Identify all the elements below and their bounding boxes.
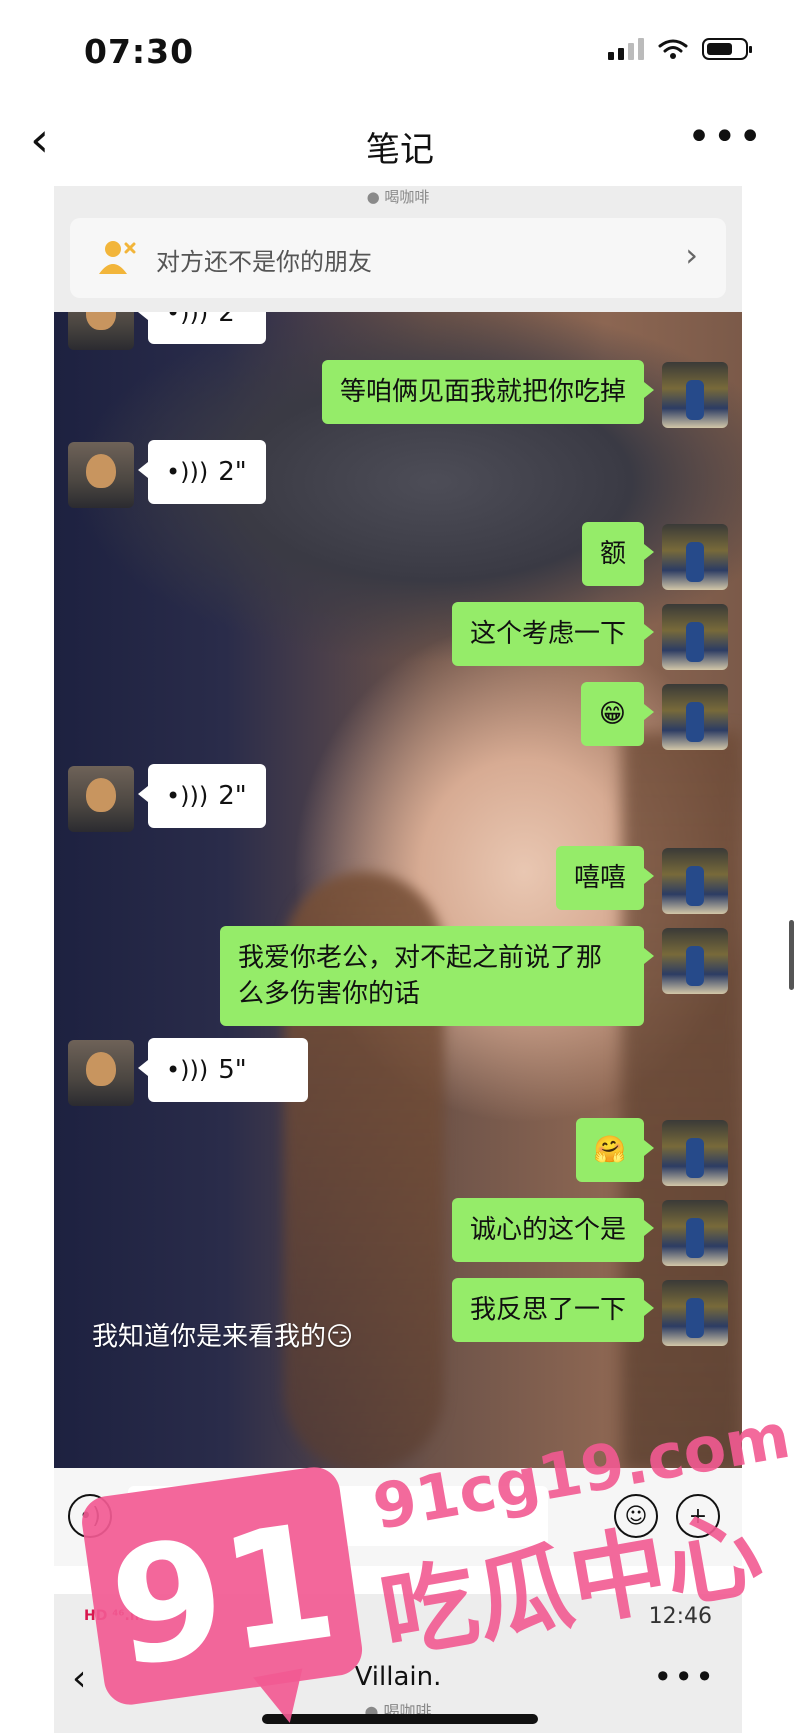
status-bar: 07:30 [0,0,800,100]
scroll-indicator[interactable] [789,920,794,990]
page-title: 笔记 [366,130,434,170]
contact-name: Villain. [354,1662,442,1692]
message-bubble[interactable]: 等咱俩见面我就把你吃掉 [321,360,655,424]
voice-duration: 5" [218,1055,247,1085]
emoji-icon[interactable]: ☺ [614,1494,658,1538]
second-time: 12:46 [648,1604,712,1629]
second-carrier: HD ⁴⁶.ıll [84,1608,145,1624]
voice-wave-icon: •))) [166,312,209,327]
my-avatar[interactable] [662,848,728,914]
voice-message[interactable]: •))) 2" [138,312,266,344]
not-friend-text: 对方还不是你的朋友 [156,248,372,276]
contact-avatar[interactable] [68,766,134,832]
my-avatar[interactable] [662,928,728,994]
contact-avatar[interactable] [68,312,134,350]
contact-avatar[interactable] [68,1040,134,1106]
status-icons [608,38,752,60]
emoji-message[interactable]: 🤗 [575,1118,655,1182]
message-bubble[interactable]: 这个考虑一下 [451,602,655,666]
contact-avatar[interactable] [68,442,134,508]
voice-wave-icon: •))) [166,1056,209,1084]
chat-area: •))) 2" 等咱俩见面我就把你吃掉 •))) 2" 额 这个考虑一下 😁 •… [54,312,742,1468]
voice-wave-icon: •))) [166,458,209,486]
voice-duration: 2" [218,312,247,328]
voice-message[interactable]: •))) 2" [138,440,266,504]
message-bubble[interactable]: 我反思了一下 [451,1278,655,1342]
message-bubble[interactable]: 我爱你老公，对不起之前说了那么多伤害你的话 [220,926,654,1026]
voice-message[interactable]: •))) 5" [138,1038,308,1102]
my-avatar[interactable] [662,362,728,428]
my-avatar[interactable] [662,1120,728,1186]
home-indicator[interactable] [262,1714,538,1724]
chevron-right-icon: › [685,236,698,274]
message-bubble[interactable]: 诚心的这个是 [451,1198,655,1262]
voice-input-icon[interactable]: •) [68,1494,112,1538]
second-status-bar: HD ⁴⁶.ıll 12:46 [84,1604,712,1636]
voice-message[interactable]: •))) 2" [138,764,266,828]
second-screenshot-header: HD ⁴⁶.ıll 12:46 ‹ Villain. ● 喝咖啡 ••• [54,1594,742,1733]
chat-input-bar: •) ☺ + [54,1468,742,1566]
status-time: 07:30 [84,32,195,71]
message-bubble[interactable]: 额 [581,522,655,586]
my-avatar[interactable] [662,684,728,750]
my-avatar[interactable] [662,604,728,670]
not-friend-banner[interactable]: 对方还不是你的朋友 › [70,218,726,298]
embedded-chat-screenshot: ● 喝咖啡 对方还不是你的朋友 › •))) 2" 等咱俩见面我就把你吃掉 •)… [54,186,742,1733]
more-options-icon[interactable]: ••• [687,114,764,160]
voice-duration: 2" [218,781,247,811]
my-avatar[interactable] [662,1280,728,1346]
nav-bar: ‹ 笔记 ••• [0,100,800,186]
overlay-caption: 我知道你是来看我的😏 [92,1322,354,1352]
chat-subtitle: ● 喝咖啡 [366,188,430,206]
message-input[interactable] [128,1486,548,1546]
wifi-icon [658,39,688,59]
signal-icon [608,38,644,60]
battery-icon [702,38,752,60]
my-avatar[interactable] [662,524,728,590]
my-avatar[interactable] [662,1200,728,1266]
emoji-message[interactable]: 😁 [580,682,655,746]
message-bubble[interactable]: 嘻嘻 [555,846,655,910]
voice-duration: 2" [218,457,247,487]
plus-icon[interactable]: + [676,1494,720,1538]
add-friend-icon [99,241,136,274]
more-options-icon[interactable]: ••• [653,1658,716,1696]
voice-wave-icon: •))) [166,782,209,810]
